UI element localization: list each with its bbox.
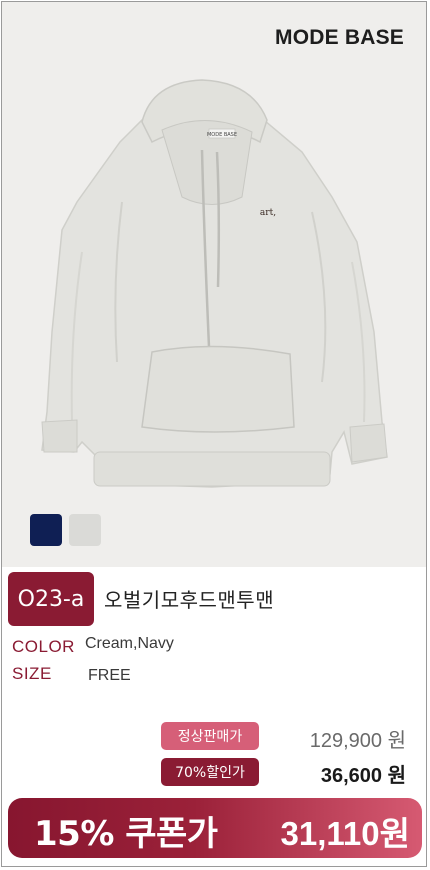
sale-price-tag: 70%할인가 <box>161 758 259 786</box>
brand-logo: MODE BASE <box>275 26 404 49</box>
regular-price: 129,900 원 <box>309 730 406 752</box>
swatch-navy[interactable] <box>30 514 62 546</box>
product-code-badge: O23-a <box>8 572 94 626</box>
product-photo[interactable]: MODE BASE art, MODE BASE <box>2 2 426 567</box>
regular-price-tag: 정상판매가 <box>161 722 259 750</box>
hoodie-image: MODE BASE art, <box>41 79 388 488</box>
sale-price: 36,600 원 <box>320 765 406 787</box>
size-label: SIZE <box>12 664 52 683</box>
product-name[interactable]: 오벌기모후드맨투맨 <box>104 584 274 613</box>
coupon-label: 15% 쿠폰가 <box>34 814 218 854</box>
neck-tag-text: MODE BASE <box>207 132 237 138</box>
coupon-price: 31,110원 <box>280 815 410 852</box>
color-value: Cream,Navy <box>85 635 174 652</box>
hoodie-logo-text: art, <box>260 208 276 218</box>
swatch-cream[interactable] <box>69 514 101 546</box>
size-value: FREE <box>88 667 131 684</box>
coupon-price-banner[interactable]: 15% 쿠폰가 31,110원 <box>8 798 422 858</box>
color-label: COLOR <box>12 637 75 656</box>
